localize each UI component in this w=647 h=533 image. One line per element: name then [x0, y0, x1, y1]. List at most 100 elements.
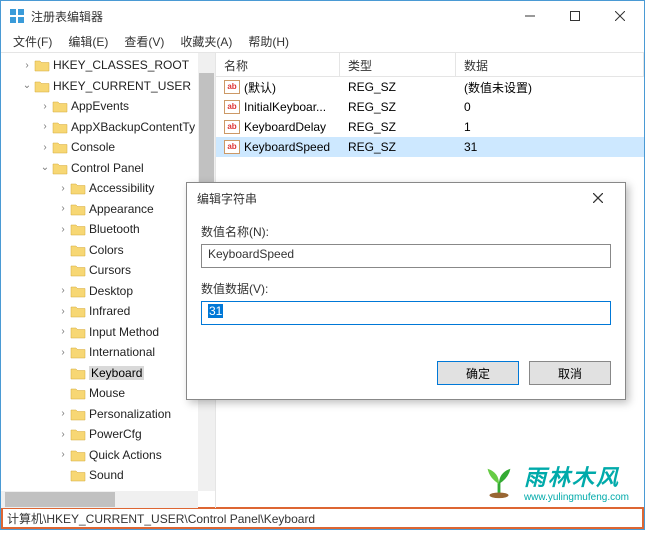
tree-item[interactable]: Keyboard	[1, 363, 215, 384]
value-name-input[interactable]: KeyboardSpeed	[201, 244, 611, 268]
expander-icon[interactable]: ›	[57, 429, 69, 440]
tree-item[interactable]: › AppXBackupContentTy	[1, 117, 215, 138]
col-header-type[interactable]: 类型	[340, 53, 456, 76]
list-row[interactable]: ab(默认)REG_SZ(数值未设置)	[216, 77, 644, 97]
tree-hscrollbar[interactable]	[1, 491, 198, 508]
tree-item[interactable]: ›Quick Actions	[1, 445, 215, 466]
menu-file[interactable]: 文件(F)	[5, 31, 60, 52]
tree-item-label: Bluetooth	[89, 222, 140, 236]
value-data-input[interactable]: 31	[201, 301, 611, 325]
watermark-url: www.yulingmufeng.com	[524, 492, 629, 503]
folder-icon	[70, 243, 86, 257]
value-type: REG_SZ	[340, 120, 456, 134]
tree-item-label: Cursors	[89, 263, 131, 277]
tree-item[interactable]: › International	[1, 342, 215, 363]
expander-icon[interactable]: ›	[39, 142, 51, 153]
tree-item[interactable]: › Personalization	[1, 404, 215, 425]
tree-item-label: HKEY_CURRENT_USER	[53, 79, 191, 93]
tree-item[interactable]: Mouse	[1, 383, 215, 404]
tree-item[interactable]: › AppEvents	[1, 96, 215, 117]
expander-icon[interactable]: ›	[39, 101, 51, 112]
string-value-icon: ab	[224, 140, 240, 154]
tree-item[interactable]: › Infrared	[1, 301, 215, 322]
expander-icon[interactable]: ›	[57, 285, 69, 296]
list-row[interactable]: ab KeyboardSpeed REG_SZ31	[216, 137, 644, 157]
tree-item-label: PowerCfg	[89, 427, 142, 441]
tree-item[interactable]: ⌄ HKEY_CURRENT_USER	[1, 76, 215, 97]
folder-icon	[52, 161, 68, 175]
value-type: REG_SZ	[340, 140, 456, 154]
folder-icon	[52, 140, 68, 154]
expander-icon[interactable]: ›	[21, 60, 33, 71]
tree-item[interactable]: › PowerCfg	[1, 424, 215, 445]
tree-item[interactable]: › HKEY_CLASSES_ROOT	[1, 55, 215, 76]
dialog-close-button[interactable]	[581, 185, 615, 211]
folder-icon	[34, 58, 50, 72]
tree-item-label: Personalization	[89, 407, 171, 421]
menu-help[interactable]: 帮助(H)	[240, 31, 297, 52]
expander-icon[interactable]: ›	[57, 347, 69, 358]
tree-item[interactable]: ›Accessibility	[1, 178, 215, 199]
col-header-data[interactable]: 数据	[456, 53, 644, 76]
tree-item[interactable]: ⌄ Control Panel	[1, 158, 215, 179]
tree-item-label: Control Panel	[71, 161, 144, 175]
watermark: 雨林木风 www.yulingmufeng.com	[480, 460, 629, 503]
close-button[interactable]	[597, 2, 642, 30]
expander-icon[interactable]: ›	[57, 326, 69, 337]
folder-icon	[70, 345, 86, 359]
tree-item[interactable]: › Input Method	[1, 322, 215, 343]
tree-item[interactable]: Cursors	[1, 260, 215, 281]
minimize-button[interactable]	[507, 2, 552, 30]
tree-item-label: Input Method	[89, 325, 159, 339]
string-value-icon: ab	[224, 120, 240, 134]
maximize-button[interactable]	[552, 2, 597, 30]
expander-icon[interactable]: ›	[57, 306, 69, 317]
menu-favorites[interactable]: 收藏夹(A)	[172, 31, 240, 52]
expander-icon[interactable]: ›	[57, 449, 69, 460]
tree-item[interactable]: ›Appearance	[1, 199, 215, 220]
edit-string-dialog: 编辑字符串 数值名称(N): KeyboardSpeed 数值数据(V): 31…	[186, 182, 626, 400]
expander-icon[interactable]: ⌄	[21, 80, 33, 91]
expander-icon[interactable]: ›	[39, 121, 51, 132]
value-data: 31	[456, 140, 644, 154]
tree-item-label: Mouse	[89, 386, 125, 400]
folder-icon	[52, 120, 68, 134]
folder-icon	[70, 427, 86, 441]
tree-item-label: HKEY_CLASSES_ROOT	[53, 58, 189, 72]
menubar: 文件(F) 编辑(E) 查看(V) 收藏夹(A) 帮助(H)	[1, 31, 644, 53]
value-data: (数值未设置)	[456, 79, 644, 96]
tree-item-label: Console	[71, 140, 115, 154]
folder-icon	[70, 181, 86, 195]
folder-icon	[70, 202, 86, 216]
menu-view[interactable]: 查看(V)	[116, 31, 172, 52]
tree-item[interactable]: Sound	[1, 465, 215, 486]
tree-item[interactable]: › Bluetooth	[1, 219, 215, 240]
tree-item-label: International	[89, 345, 155, 359]
expander-icon[interactable]: ⌄	[39, 162, 51, 173]
titlebar[interactable]: 注册表编辑器	[1, 1, 644, 31]
folder-icon	[70, 284, 86, 298]
list-row[interactable]: abInitialKeyboar...REG_SZ0	[216, 97, 644, 117]
tree-item[interactable]: › Console	[1, 137, 215, 158]
list-row[interactable]: abKeyboardDelayREG_SZ1	[216, 117, 644, 137]
value-name: (默认)	[244, 79, 276, 96]
menu-edit[interactable]: 编辑(E)	[60, 31, 116, 52]
tree-item-label: AppEvents	[71, 99, 129, 113]
folder-icon	[52, 99, 68, 113]
expander-icon[interactable]: ›	[57, 408, 69, 419]
value-type: REG_SZ	[340, 80, 456, 94]
expander-icon[interactable]: ›	[57, 224, 69, 235]
tree-item-label: AppXBackupContentTy	[71, 120, 195, 134]
tree-item[interactable]: ›Desktop	[1, 281, 215, 302]
folder-icon	[70, 263, 86, 277]
tree-pane: ›HKEY_CLASSES_ROOT⌄HKEY_CURRENT_USER›App…	[1, 53, 216, 508]
expander-icon[interactable]: ›	[57, 183, 69, 194]
value-name: KeyboardSpeed	[244, 140, 330, 154]
col-header-name[interactable]: 名称	[216, 53, 340, 76]
expander-icon[interactable]: ›	[57, 203, 69, 214]
ok-button[interactable]: 确定	[437, 361, 519, 385]
tree-item[interactable]: Colors	[1, 240, 215, 261]
tree-item-label: Infrared	[89, 304, 130, 318]
cancel-button[interactable]: 取消	[529, 361, 611, 385]
watermark-icon	[480, 463, 518, 501]
